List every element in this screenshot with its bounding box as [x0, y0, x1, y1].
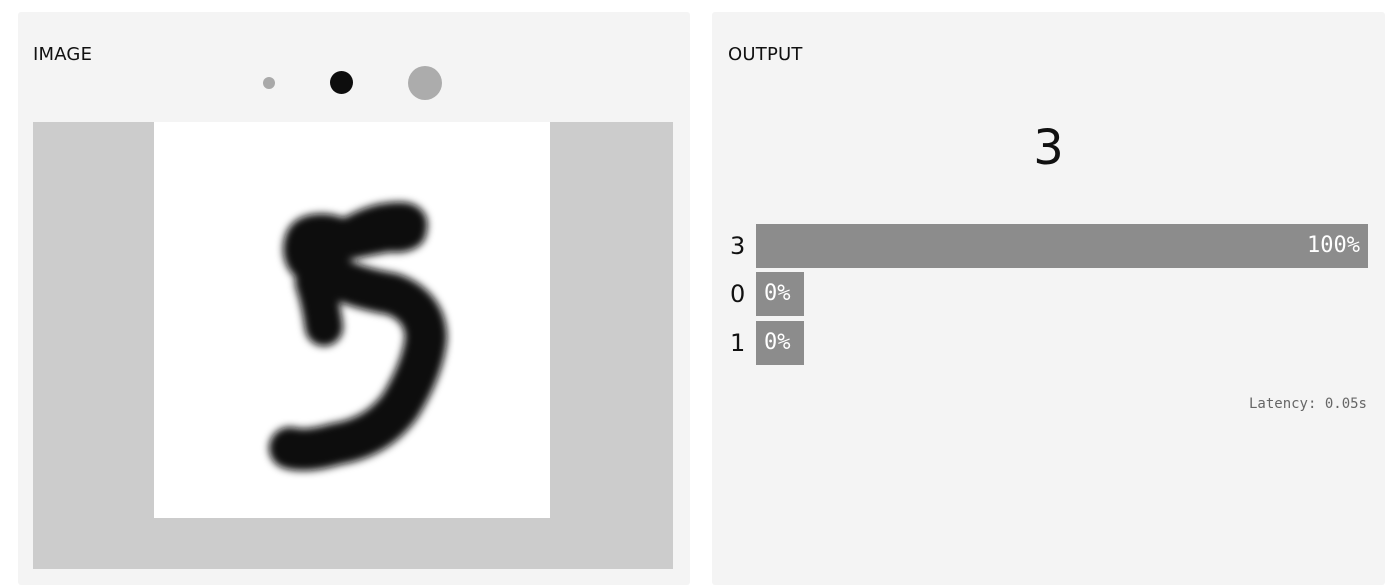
digit-drawing: [269, 202, 447, 471]
output-panel: OUTPUT 3 3 100% 0 0% 1 0% Latency: 0.05s: [712, 12, 1385, 585]
confidence-row: 0 0%: [730, 272, 1367, 316]
top-prediction: 3: [1033, 120, 1064, 176]
confidence-bar: 0%: [756, 272, 804, 316]
confidence-label: 1: [730, 329, 746, 357]
sketchpad[interactable]: [154, 122, 550, 518]
medium-brush-button[interactable]: [330, 71, 353, 94]
latency-text: Latency: 0.05s: [1248, 396, 1367, 412]
confidence-bar: 100%: [756, 224, 1368, 268]
input-label: IMAGE: [33, 44, 93, 65]
small-brush-button[interactable]: [263, 77, 275, 89]
confidence-bar: 0%: [756, 321, 804, 365]
canvas-area: [33, 122, 673, 569]
confidence-row: 3 100%: [730, 224, 1368, 268]
input-panel: IMAGE: [18, 12, 690, 585]
confidence-label: 3: [730, 232, 746, 260]
confidence-row: 1 0%: [730, 321, 1367, 365]
output-label: OUTPUT: [728, 44, 803, 65]
confidence-label: 0: [730, 280, 746, 308]
large-brush-button[interactable]: [408, 66, 442, 100]
